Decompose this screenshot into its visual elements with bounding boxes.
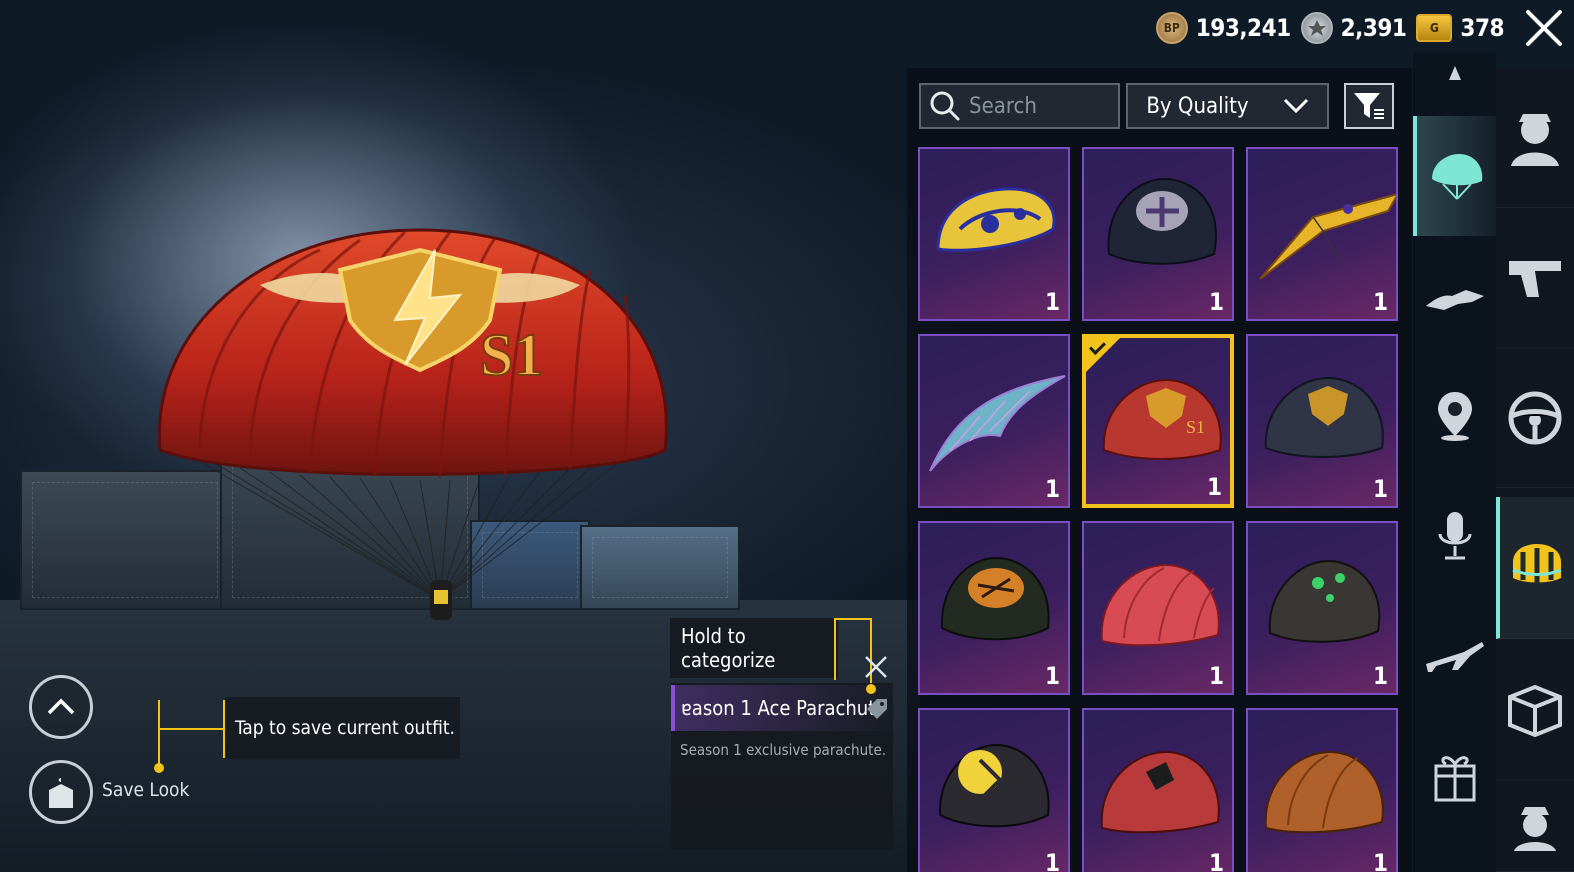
inventory-panel: By Quality 1 1 bbox=[907, 68, 1412, 872]
item-info-card: ɐason 1 Ace Parachut Season 1 exclusive … bbox=[671, 683, 893, 850]
bronze-parachute-icon bbox=[1264, 750, 1384, 834]
airplane-icon bbox=[1425, 642, 1484, 672]
character-head-icon bbox=[1514, 806, 1556, 851]
tab-companion[interactable] bbox=[1496, 780, 1574, 872]
tooltip-anchor-dot bbox=[866, 684, 876, 694]
item-count: 1 bbox=[1044, 849, 1060, 872]
item-card[interactable]: 1 bbox=[1246, 708, 1398, 872]
parachute-preview[interactable]: S1 bbox=[140, 210, 680, 630]
steering-wheel-icon bbox=[1508, 391, 1562, 444]
item-card[interactable]: 1 bbox=[1082, 147, 1234, 321]
tab-emote[interactable] bbox=[1413, 236, 1496, 356]
tab-parachute[interactable] bbox=[1413, 116, 1496, 236]
item-count: 1 bbox=[1044, 662, 1060, 690]
bp-coin-icon: BP bbox=[1155, 12, 1188, 44]
ag-coin-icon bbox=[1300, 12, 1333, 44]
filter-icon bbox=[1354, 93, 1384, 119]
tab-landing-marker[interactable] bbox=[1413, 356, 1496, 476]
item-count: 1 bbox=[1208, 288, 1224, 316]
tooltip-connector bbox=[158, 700, 226, 768]
search-box[interactable] bbox=[919, 83, 1120, 129]
ag-currency: 2,391 bbox=[1300, 12, 1407, 44]
pistol-icon bbox=[1509, 260, 1561, 297]
search-input[interactable] bbox=[969, 93, 1109, 119]
tab-character[interactable] bbox=[1496, 68, 1574, 208]
character-head-icon bbox=[1511, 113, 1559, 166]
tab-voice[interactable] bbox=[1413, 476, 1496, 596]
save-outfit-tooltip: Tap to save current outfit. bbox=[225, 697, 460, 759]
sort-dropdown[interactable]: By Quality bbox=[1126, 83, 1329, 129]
item-card[interactable]: 1 bbox=[918, 147, 1070, 321]
bp-currency: BP 193,241 bbox=[1155, 12, 1291, 44]
tooltip-connector bbox=[158, 728, 226, 730]
tag-icon[interactable] bbox=[865, 697, 889, 721]
close-icon bbox=[1526, 10, 1562, 46]
item-card[interactable]: 1 bbox=[918, 334, 1070, 508]
item-card[interactable]: 1 bbox=[1246, 147, 1398, 321]
gift-box-icon bbox=[1434, 756, 1475, 802]
tab-vehicle[interactable] bbox=[1496, 348, 1574, 488]
item-card[interactable]: 1 bbox=[918, 708, 1070, 872]
uc-currency: G 378 bbox=[1416, 14, 1504, 42]
hold-tooltip-text: Hold to categorize bbox=[681, 624, 776, 672]
bp-amount: 193,241 bbox=[1195, 14, 1291, 42]
tab-weapons[interactable] bbox=[1496, 208, 1574, 348]
item-description: Season 1 exclusive parachute. bbox=[680, 741, 887, 759]
save-look-label: Save Look bbox=[102, 779, 190, 801]
item-grid: 1 1 1 1 S1 1 1 1 1 1 1 1 1 bbox=[918, 147, 1398, 872]
chevron-down-icon bbox=[1283, 98, 1308, 114]
sort-label: By Quality bbox=[1146, 93, 1249, 119]
item-card[interactable]: 1 bbox=[1082, 521, 1234, 695]
svg-text:S1: S1 bbox=[1186, 417, 1205, 437]
filter-button[interactable] bbox=[1344, 83, 1394, 129]
item-card[interactable]: 1 bbox=[1246, 334, 1398, 508]
item-count: 1 bbox=[1208, 849, 1224, 872]
chevron-up-icon bbox=[1448, 66, 1461, 80]
item-title: ɐason 1 Ace Parachut bbox=[681, 696, 876, 720]
item-count: 1 bbox=[1044, 475, 1060, 503]
microphone-icon bbox=[1438, 512, 1471, 560]
hanger-shirt-icon bbox=[49, 778, 73, 808]
item-count: 1 bbox=[1044, 288, 1060, 316]
expand-up-button[interactable] bbox=[29, 675, 93, 739]
parachute-icon bbox=[1431, 154, 1482, 200]
item-count: 1 bbox=[1372, 849, 1388, 872]
close-icon[interactable] bbox=[864, 655, 888, 679]
box-icon bbox=[1508, 684, 1562, 737]
item-card[interactable]: 1 bbox=[918, 521, 1070, 695]
tab-gift[interactable] bbox=[1413, 716, 1496, 836]
hold-to-categorize-tooltip: Hold to categorize bbox=[670, 618, 838, 678]
rail-scroll-up[interactable] bbox=[1413, 52, 1496, 92]
skydive-pose-icon bbox=[1425, 290, 1484, 310]
canopy-s1-text: S1 bbox=[480, 322, 543, 388]
currency-bar: BP 193,241 2,391 G 378 bbox=[1155, 6, 1574, 50]
search-icon bbox=[930, 91, 960, 121]
item-count: 1 bbox=[1372, 662, 1388, 690]
location-pin-icon bbox=[1437, 392, 1472, 441]
item-card-selected[interactable]: S1 1 bbox=[1082, 334, 1234, 508]
close-button[interactable] bbox=[1522, 6, 1566, 50]
parachute-category-icon bbox=[1512, 543, 1562, 584]
item-count: 1 bbox=[1206, 473, 1222, 501]
subcategory-rail bbox=[1413, 52, 1496, 872]
item-count: 1 bbox=[1208, 662, 1224, 690]
category-rail bbox=[1496, 68, 1574, 872]
uc-gold-icon: G bbox=[1416, 14, 1453, 42]
item-info-title-bar: ɐason 1 Ace Parachut bbox=[671, 685, 893, 731]
item-count: 1 bbox=[1372, 475, 1388, 503]
uc-amount: 378 bbox=[1460, 14, 1504, 42]
red-black-parachute-icon bbox=[1100, 750, 1220, 834]
save-look-button[interactable] bbox=[29, 760, 93, 824]
ag-amount: 2,391 bbox=[1340, 14, 1407, 42]
item-count: 1 bbox=[1372, 288, 1388, 316]
tooltip-anchor-dot bbox=[154, 763, 164, 773]
tab-crates[interactable] bbox=[1496, 640, 1574, 780]
item-card[interactable]: 1 bbox=[1082, 708, 1234, 872]
save-tooltip-text: Tap to save current outfit. bbox=[235, 717, 455, 739]
moon-parachute-icon bbox=[938, 743, 1050, 828]
tab-plane[interactable] bbox=[1413, 596, 1496, 716]
item-card[interactable]: 1 bbox=[1246, 521, 1398, 695]
chevron-up-icon bbox=[47, 698, 75, 715]
tab-parachutes-category[interactable] bbox=[1496, 497, 1574, 639]
